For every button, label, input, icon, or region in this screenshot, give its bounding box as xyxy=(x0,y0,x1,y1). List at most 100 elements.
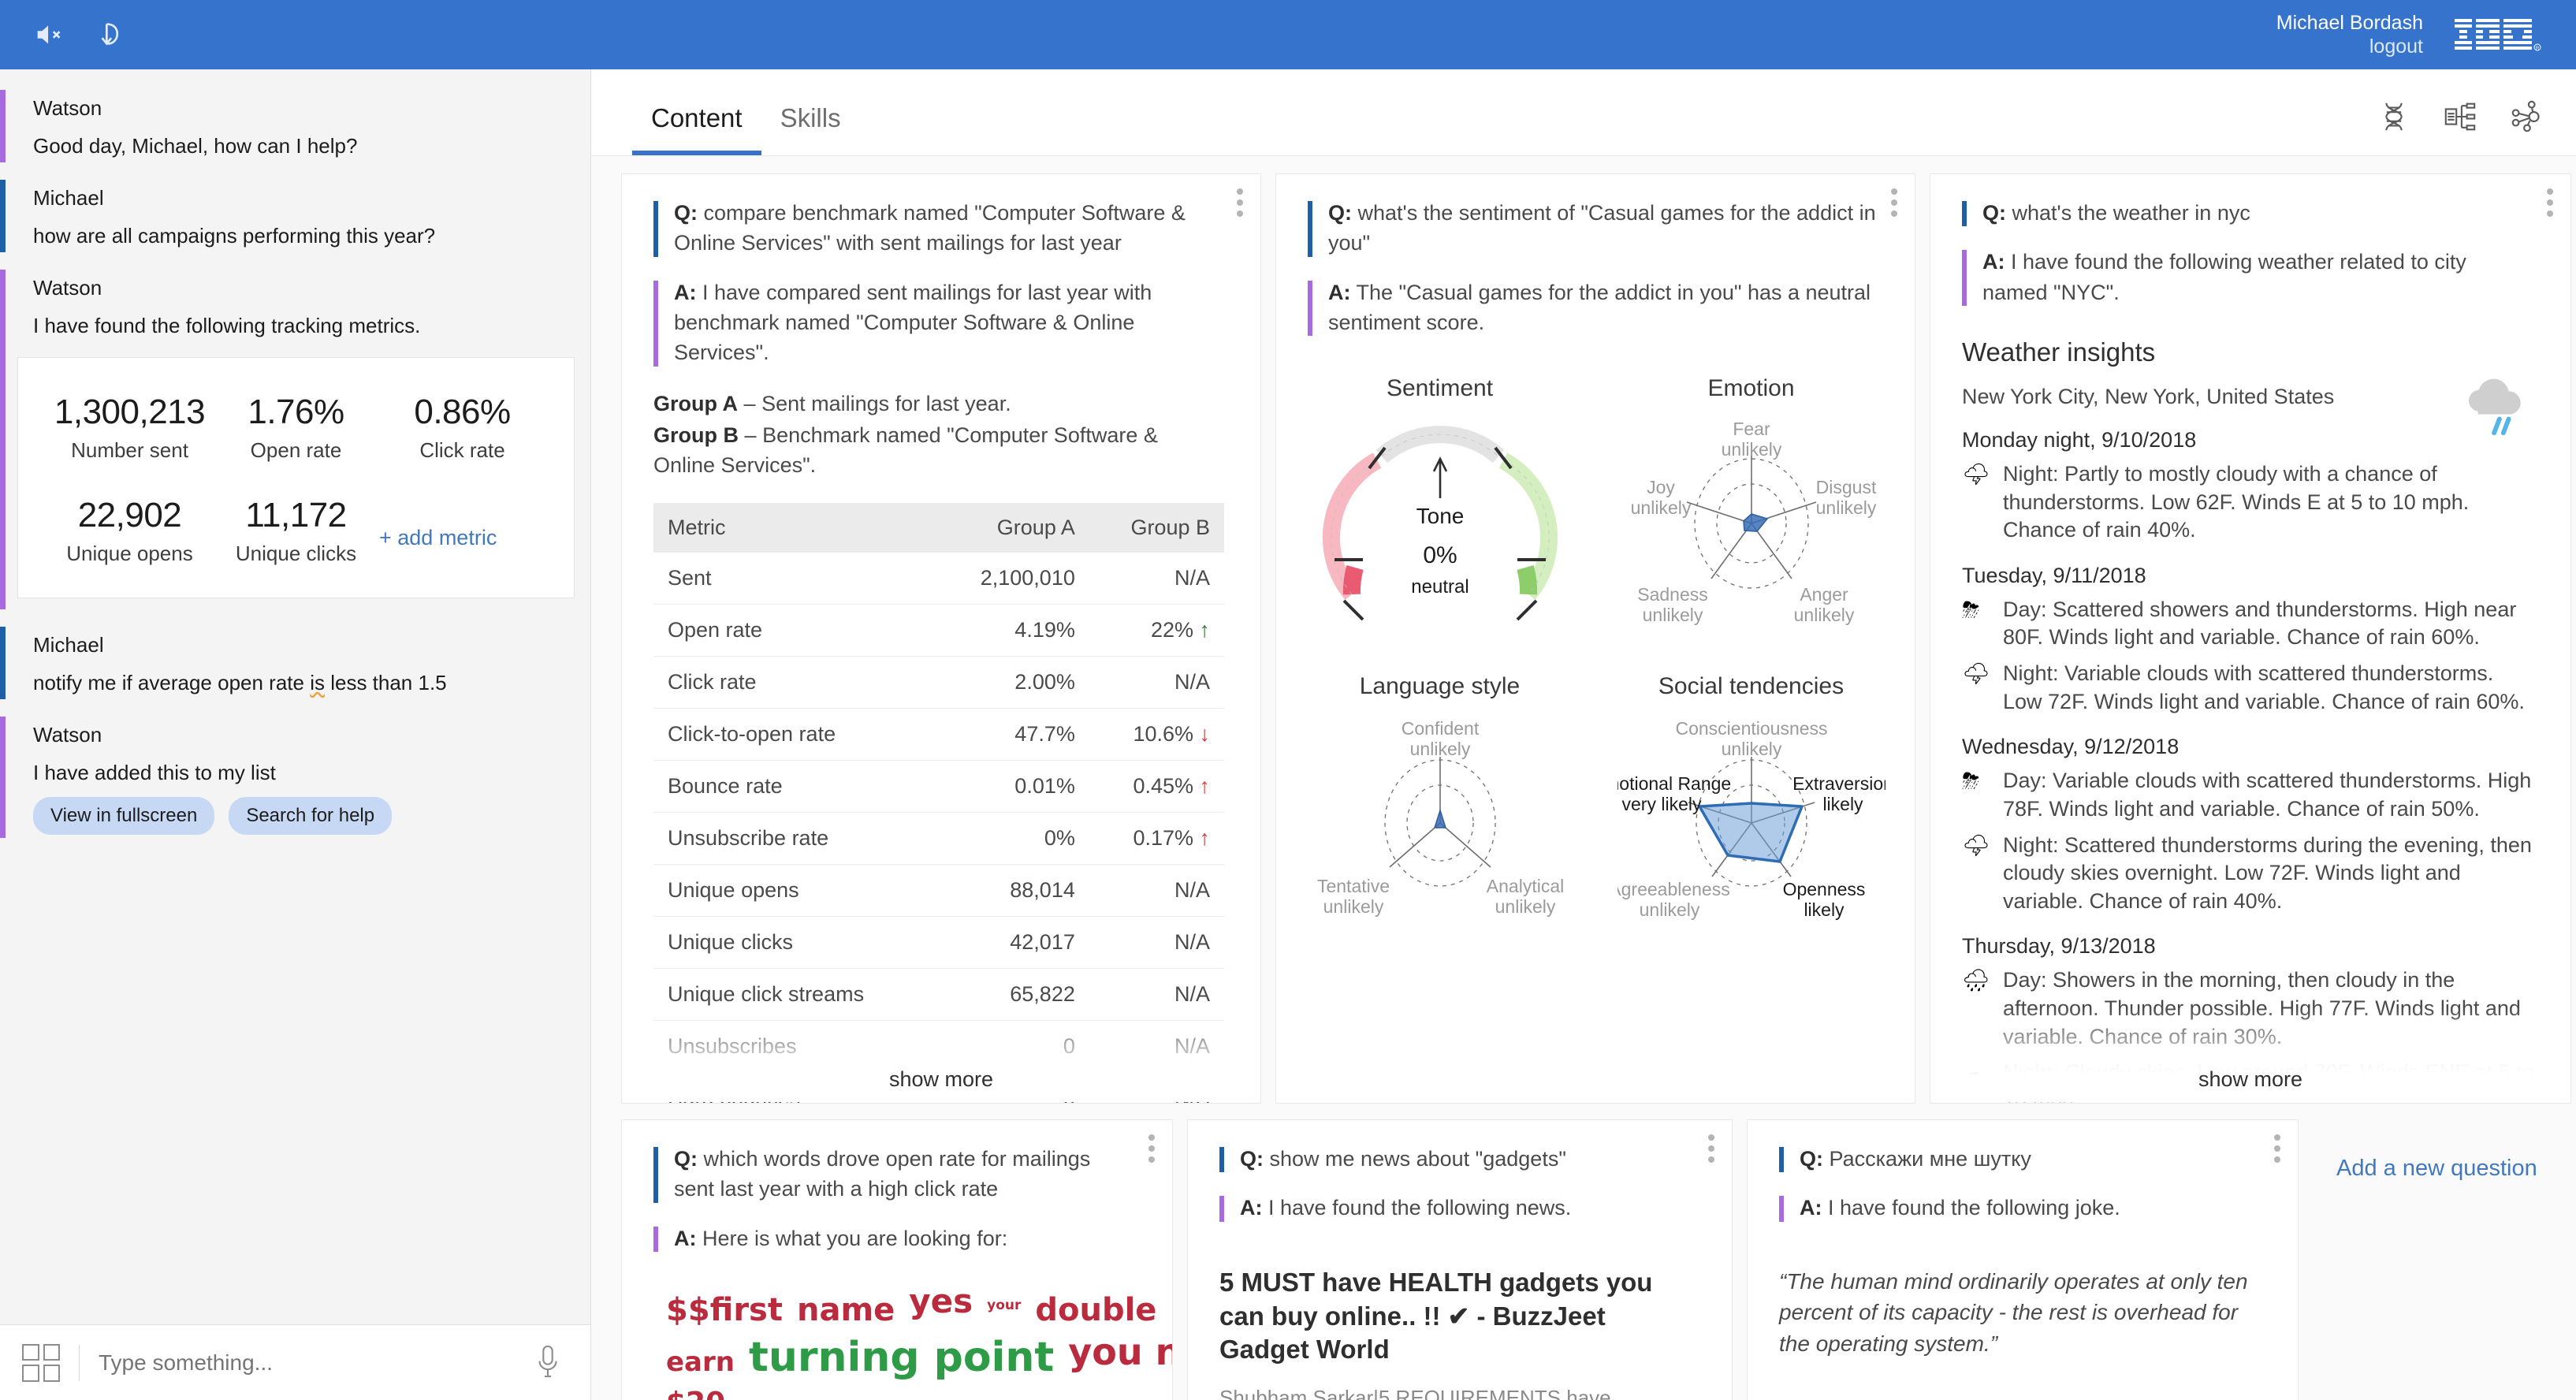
view-in-fullscreen-button[interactable]: View in fullscreen xyxy=(33,796,215,835)
card-overflow-menu[interactable] xyxy=(1708,1134,1714,1163)
tab-content[interactable]: Content xyxy=(632,103,761,155)
cell-metric: Sent xyxy=(653,552,936,605)
emotion-radar: Fear unlikely Disgust unlikely Joy unlik… xyxy=(1630,419,1876,625)
answer-line: A: I have found the following joke. xyxy=(1779,1193,2261,1223)
tab-skills[interactable]: Skills xyxy=(761,103,860,155)
a-prefix: A: xyxy=(1982,250,2005,274)
weather-forecast-entry: 🌩 Night: Scattered thunderstorms during t… xyxy=(1930,824,2570,916)
word-cloud-word: name xyxy=(796,1291,895,1328)
hierarchy-chart-icon[interactable] xyxy=(2442,99,2478,135)
speaker-mute-icon[interactable] xyxy=(32,17,68,53)
word-cloud-line: $20 know what xyxy=(666,1388,1141,1400)
reset-loop-icon[interactable] xyxy=(95,17,131,53)
search-for-help-button[interactable]: Search for help xyxy=(229,796,393,835)
gauge-state: neutral xyxy=(1411,576,1469,598)
user-name: Michael Bordash xyxy=(2276,11,2423,34)
radar-axis-value: unlikely xyxy=(1642,605,1703,625)
question-text: show me news about "gadgets" xyxy=(1269,1147,1566,1171)
sun-thunderstorm-icon: ⛈ xyxy=(1962,597,1980,622)
metric-cell: 1,300,213 Number sent xyxy=(47,393,213,463)
card-overflow-menu[interactable] xyxy=(2546,188,2553,217)
card-overflow-menu[interactable] xyxy=(1237,188,1243,217)
news-headline[interactable]: 5 MUST have HEALTH gadgets you can buy o… xyxy=(1188,1242,1732,1368)
cell-group-a: 88,014 xyxy=(935,864,1089,917)
chat-input[interactable] xyxy=(99,1350,532,1376)
sentiment-gauge: Tone 0% neutral xyxy=(1322,426,1558,621)
logout-link[interactable]: logout xyxy=(2276,35,2423,59)
radar-axis-value: unlikely xyxy=(1815,497,1876,518)
a-prefix: A: xyxy=(674,1226,697,1250)
question-text: what's the weather in nyc xyxy=(2012,201,2250,225)
a-prefix: A: xyxy=(1328,280,1351,304)
divider xyxy=(79,1344,80,1381)
add-new-question-link[interactable]: Add a new question xyxy=(2336,1156,2537,1181)
answer-text: I have found the following news. xyxy=(1268,1196,1572,1220)
radar-axis-label: Disgust xyxy=(1815,477,1876,497)
word-cloud-line: earn turning point you need xyxy=(666,1333,1172,1381)
chat-message: Michael notify me if average open rate i… xyxy=(0,620,590,710)
card-overflow-menu[interactable] xyxy=(1148,1134,1155,1163)
weather-forecast-text: Night: Scattered thunderstorms during th… xyxy=(2003,832,2532,913)
cell-group-a: 0 xyxy=(935,1020,1089,1073)
joke-text: “The human mind ordinarily operates at o… xyxy=(1779,1268,2248,1357)
weather-forecast-list: Monday night, 9/10/2018 🌩 Night: Partly to… xyxy=(1930,409,2570,1103)
sentiment-title: Sentiment xyxy=(1386,375,1494,402)
a-prefix: A: xyxy=(1240,1196,1263,1220)
cell-metric: Unsubscribe rate xyxy=(653,812,936,865)
weather-forecast-entry: 🌧 Day: Showers in the morning, then cloud… xyxy=(1930,959,2570,1051)
metric-cell: 11,172 Unique clicks xyxy=(213,496,379,566)
answer-line: A: The "Casual games for the addict in y… xyxy=(1308,277,1878,338)
thunderstorm-night-icon: 🌩 xyxy=(1962,661,1990,687)
weather-day-heading: Wednesday, 9/12/2018 xyxy=(1962,735,2180,759)
metric-cell: 0.86% Click rate xyxy=(379,393,545,463)
a-prefix: A: xyxy=(1800,1196,1822,1220)
cards-row-bottom: Q: which words drove open rate for maili… xyxy=(591,1104,2576,1400)
add-metric-button[interactable]: + add metric xyxy=(379,512,545,550)
dna-helix-icon[interactable] xyxy=(2376,99,2412,135)
question-line: Q: what's the weather in nyc xyxy=(1962,198,2534,228)
answer-text: Here is what you are looking for: xyxy=(702,1226,1008,1250)
group-b-desc: Group B – Benchmark named "Computer Soft… xyxy=(622,419,1260,481)
cell-group-b: 0.45% ↑ xyxy=(1089,760,1224,813)
metric-cell: 22,902 Unique opens xyxy=(47,496,213,566)
weather-day-heading: Thursday, 9/13/2018 xyxy=(1962,934,2156,959)
radar-axis-label: Fear xyxy=(1733,419,1770,439)
thunderstorm-night-icon: 🌩 xyxy=(1962,832,1990,858)
weather-forecast-entry: 🌩 Night: Variable clouds with scattered t… xyxy=(1930,652,2570,716)
cell-metric: Click-to-open rate xyxy=(653,708,936,761)
question-text: compare benchmark named "Computer Softwa… xyxy=(674,201,1186,255)
radar-axis-label: Analytical xyxy=(1486,876,1563,896)
cell-group-a: 2,100,010 xyxy=(935,552,1089,605)
tracking-metrics-card: 1,300,213 Number sent 1.76% Open rate 0.… xyxy=(17,357,575,599)
show-more-benchmark[interactable]: show more xyxy=(622,1067,1260,1092)
cell-group-b: N/A xyxy=(1089,916,1224,969)
svg-text:R: R xyxy=(2536,47,2540,51)
card-overflow-menu[interactable] xyxy=(2274,1134,2280,1163)
apps-grid-icon[interactable] xyxy=(22,1343,60,1382)
microphone-icon[interactable] xyxy=(532,1342,564,1383)
word-cloud-word: point xyxy=(933,1333,1055,1381)
show-more-weather[interactable]: show more xyxy=(1930,1067,2570,1092)
radar-axis-value: unlikely xyxy=(1409,739,1470,759)
network-graph-icon[interactable] xyxy=(2508,99,2544,135)
metric-value: 22,902 xyxy=(77,496,182,535)
radar-axis-value: likely xyxy=(1822,794,1863,814)
answer-line: A: I have found the following news. xyxy=(1219,1193,1696,1223)
message-author: Watson xyxy=(33,723,102,747)
spellcheck-word: is xyxy=(310,671,325,695)
radar-axis-value: unlikely xyxy=(1639,899,1699,920)
message-text: I have added this to my list xyxy=(33,761,276,784)
weather-forecast-text: Night: Variable clouds with scattered th… xyxy=(2003,661,2525,713)
card-qa: Q: what's the sentiment of "Casual games… xyxy=(1276,174,1915,337)
group-a-text: Sent mailings for last year. xyxy=(761,391,1011,415)
word-cloud-word: your xyxy=(987,1297,1022,1313)
cell-metric: Unique click streams xyxy=(653,968,936,1021)
card-overflow-menu[interactable] xyxy=(1891,188,1897,217)
sentiment-gauge-block: Sentiment Tone 0% neutral xyxy=(1284,370,1595,642)
question-line: Q: compare benchmark named "Computer Sof… xyxy=(653,198,1224,259)
chat-message: Watson I have found the following tracki… xyxy=(0,263,590,621)
col-group-a: Group A xyxy=(935,502,1089,553)
top-bar: Michael Bordash logout R xyxy=(0,0,2576,69)
gauge-value: 0% xyxy=(1423,542,1457,568)
answer-line: A: I have compared sent mailings for las… xyxy=(653,277,1224,368)
